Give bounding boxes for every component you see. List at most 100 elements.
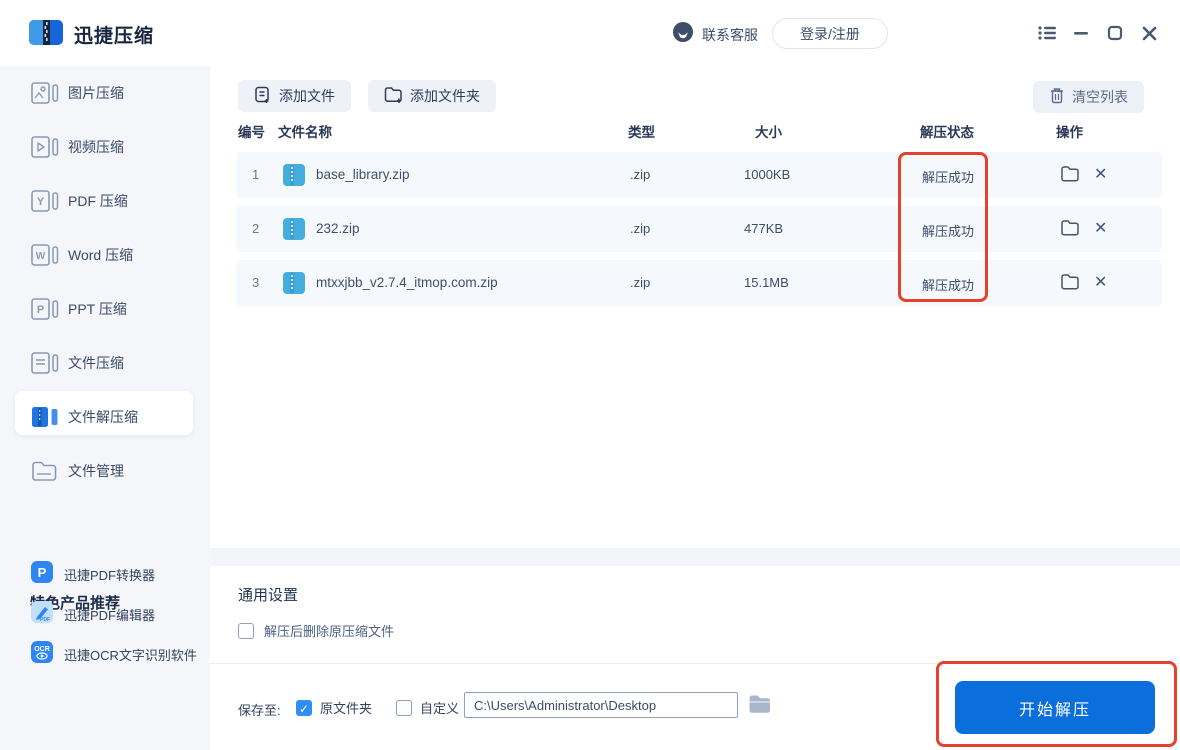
sidebar-item-label: 图片压缩 xyxy=(68,85,124,101)
file-name: base_library.zip xyxy=(316,167,410,182)
col-header-type: 类型 xyxy=(628,125,655,140)
word-compress-icon: W xyxy=(30,243,60,267)
sidebar-item-pdf-compress[interactable]: Y PDF 压缩 xyxy=(0,174,210,228)
start-decompress-button[interactable]: 开始解压 xyxy=(955,681,1155,734)
save-path-input[interactable] xyxy=(464,692,738,718)
minimize-icon[interactable] xyxy=(1070,22,1092,44)
file-size: 1000KB xyxy=(744,167,791,182)
ocr-icon: OCR xyxy=(30,640,54,669)
delete-after-checkbox-row[interactable]: 解压后删除原压缩文件 xyxy=(238,621,394,640)
add-folder-button[interactable]: 添加文件夹 xyxy=(368,80,496,112)
file-type: .zip xyxy=(630,221,651,236)
col-header-size: 大小 xyxy=(755,125,782,140)
trash-icon xyxy=(1049,87,1065,107)
product-pdf-editor[interactable]: PDF 迅捷PDF编辑器 xyxy=(0,594,210,634)
sidebar-item-label: 文件压缩 xyxy=(68,355,124,371)
original-folder-label: 原文件夹 xyxy=(320,701,373,716)
remove-file-icon[interactable]: ✕ xyxy=(1094,164,1107,184)
pdf-converter-icon: P xyxy=(30,560,54,589)
contact-support[interactable]: 联系客服 xyxy=(672,21,758,48)
sidebar-item-label: PPT 压缩 xyxy=(68,301,127,317)
file-manage-icon xyxy=(30,459,60,483)
maximize-icon[interactable] xyxy=(1104,22,1126,44)
sidebar-item-file-manage[interactable]: 文件管理 xyxy=(0,444,210,498)
file-compress-icon xyxy=(30,351,60,375)
original-folder-option[interactable]: ✓ 原文件夹 xyxy=(296,698,372,717)
app-title: 迅捷压缩 xyxy=(74,26,155,47)
sidebar-item-label: 文件管理 xyxy=(68,463,124,479)
login-register-button[interactable]: 登录/注册 xyxy=(772,18,888,49)
sidebar-item-label: PDF 压缩 xyxy=(68,193,128,209)
contact-support-label: 联系客服 xyxy=(702,26,758,43)
clear-list-button[interactable]: 清空列表 xyxy=(1033,81,1144,113)
add-file-icon xyxy=(254,86,272,107)
pdf-compress-icon: Y xyxy=(30,189,60,213)
col-header-op: 操作 xyxy=(1056,125,1083,140)
custom-path-label: 自定义 xyxy=(420,701,460,716)
product-label: 迅捷PDF编辑器 xyxy=(64,607,156,623)
row-number: 2 xyxy=(252,221,260,236)
task-list-icon[interactable] xyxy=(1036,22,1058,44)
close-icon[interactable] xyxy=(1138,22,1160,44)
section-divider xyxy=(210,548,1180,566)
sidebar-item-label: 视频压缩 xyxy=(68,139,124,155)
file-decompress-icon xyxy=(30,405,60,429)
sidebar-item-label: 文件解压缩 xyxy=(68,409,138,425)
clear-list-label: 清空列表 xyxy=(1072,89,1128,105)
zip-file-icon xyxy=(282,163,306,192)
sidebar-item-video-compress[interactable]: 视频压缩 xyxy=(0,120,210,174)
sidebar: 图片压缩 视频压缩 Y PDF 压缩 W Word 压缩 P PPT 压缩 文件… xyxy=(0,66,210,750)
save-to-label: 保存至: xyxy=(238,703,281,718)
general-settings-heading: 通用设置 xyxy=(238,587,299,604)
product-pdf-converter[interactable]: P 迅捷PDF转换器 xyxy=(0,554,210,594)
app-logo-icon xyxy=(28,17,64,52)
sidebar-item-file-decompress[interactable]: 文件解压缩 xyxy=(0,390,210,444)
remove-file-icon[interactable]: ✕ xyxy=(1094,272,1107,292)
sidebar-item-word-compress[interactable]: W Word 压缩 xyxy=(0,228,210,282)
svg-text:P: P xyxy=(38,565,47,580)
table-row: 1 base_library.zip .zip 1000KB 解压成功 ✕ xyxy=(236,152,1162,198)
product-ocr[interactable]: OCR 迅捷OCR文字识别软件 xyxy=(0,634,210,674)
svg-text:W: W xyxy=(36,251,46,262)
ppt-compress-icon: P xyxy=(30,297,60,321)
start-decompress-label: 开始解压 xyxy=(1018,701,1091,719)
col-header-no: 编号 xyxy=(238,125,265,140)
original-folder-checkbox[interactable]: ✓ xyxy=(296,699,312,716)
open-folder-icon[interactable] xyxy=(1060,273,1080,296)
file-type: .zip xyxy=(630,275,651,290)
pdf-editor-icon: PDF xyxy=(30,600,54,629)
svg-text:PDF: PDF xyxy=(40,617,50,623)
file-status: 解压成功 xyxy=(922,278,975,293)
delete-after-label: 解压后删除原压缩文件 xyxy=(264,624,395,639)
video-compress-icon xyxy=(30,135,60,159)
table-row: 2 232.zip .zip 477KB 解压成功 ✕ xyxy=(236,206,1162,252)
add-file-label: 添加文件 xyxy=(279,88,335,104)
row-number: 3 xyxy=(252,275,260,290)
svg-text:P: P xyxy=(37,304,44,316)
zip-file-icon xyxy=(282,217,306,246)
open-folder-icon[interactable] xyxy=(1060,219,1080,242)
login-register-label: 登录/注册 xyxy=(800,25,860,42)
file-status: 解压成功 xyxy=(922,224,975,239)
image-compress-icon xyxy=(30,81,60,105)
open-folder-icon[interactable] xyxy=(1060,165,1080,188)
add-folder-icon xyxy=(384,86,403,107)
product-label: 迅捷OCR文字识别软件 xyxy=(64,647,197,663)
sidebar-item-ppt-compress[interactable]: P PPT 压缩 xyxy=(0,282,210,336)
remove-file-icon[interactable]: ✕ xyxy=(1094,218,1107,238)
file-name: mtxxjbb_v2.7.4_itmop.com.zip xyxy=(316,275,498,290)
app-window: 迅捷压缩 联系客服 登录/注册 图片压缩 视频压缩 Y PDF 压缩 W Wor… xyxy=(0,0,1180,750)
file-type: .zip xyxy=(630,167,651,182)
svg-text:Y: Y xyxy=(37,196,45,208)
add-folder-label: 添加文件夹 xyxy=(410,88,480,104)
sidebar-item-label: Word 压缩 xyxy=(68,247,134,263)
sidebar-item-file-compress[interactable]: 文件压缩 xyxy=(0,336,210,390)
custom-path-option[interactable]: 自定义 xyxy=(396,698,459,717)
add-file-button[interactable]: 添加文件 xyxy=(238,80,351,112)
file-name: 232.zip xyxy=(316,221,360,236)
main-panel: 添加文件 添加文件夹 清空列表 编号 文件名称 类型 大小 解压状态 操作 1 … xyxy=(210,66,1180,750)
custom-path-checkbox[interactable] xyxy=(396,699,412,716)
sidebar-item-image-compress[interactable]: 图片压缩 xyxy=(0,66,210,120)
delete-after-checkbox[interactable] xyxy=(238,622,254,639)
browse-folder-icon[interactable] xyxy=(748,694,772,720)
